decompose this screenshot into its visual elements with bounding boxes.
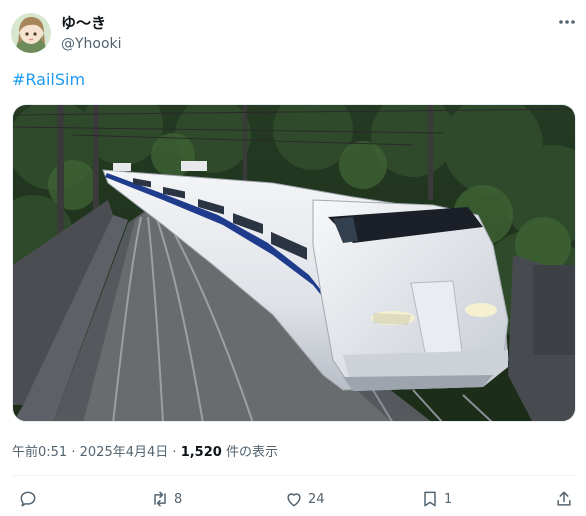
avatar-image <box>11 13 51 53</box>
avatar[interactable] <box>11 13 51 53</box>
more-options-icon[interactable] <box>556 14 578 30</box>
meta-separator: · <box>71 445 76 460</box>
author-display-name[interactable]: ゆ〜き <box>61 12 106 33</box>
post-media-image[interactable] <box>12 104 576 422</box>
like-count: 24 <box>308 491 325 507</box>
views-count: 1,520 <box>180 445 222 460</box>
meta-separator-2: · <box>172 445 177 460</box>
hashtag-link[interactable]: #RailSim <box>12 70 85 89</box>
train-photo <box>13 105 575 421</box>
reply-icon <box>20 491 36 507</box>
retweet-count: 8 <box>174 491 183 507</box>
post-time[interactable]: 午前0:51 <box>12 445 67 460</box>
reply-button[interactable] <box>18 487 42 511</box>
heart-icon <box>287 493 301 507</box>
share-icon <box>557 491 571 506</box>
post-meta: 午前0:51 · 2025年4月4日 · 1,520 件の表示 <box>12 441 278 460</box>
retweet-button[interactable]: 8 <box>150 487 182 511</box>
bookmark-count: 1 <box>444 491 453 507</box>
like-button[interactable]: 24 <box>284 487 325 511</box>
bookmark-button[interactable]: 1 <box>420 487 452 511</box>
divider <box>12 475 576 476</box>
views-label: 件の表示 <box>221 445 278 460</box>
post-date[interactable]: 2025年4月4日 <box>80 445 169 460</box>
bookmark-icon <box>424 491 436 507</box>
retweet-icon <box>154 491 166 507</box>
author-handle[interactable]: @Yhooki <box>61 36 122 52</box>
share-button[interactable] <box>554 487 574 511</box>
